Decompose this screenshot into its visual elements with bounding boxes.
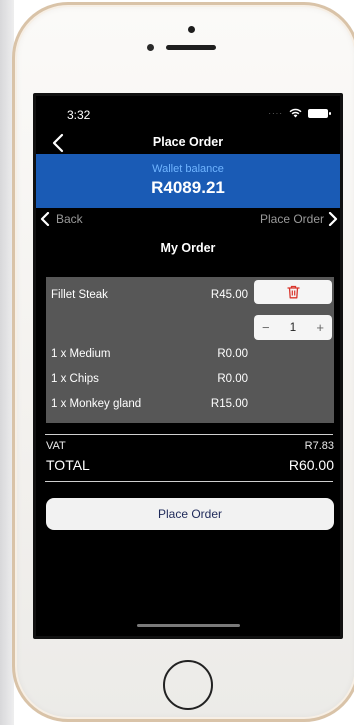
place-order-link-label: Place Order bbox=[259, 212, 324, 226]
total-value: R60.00 bbox=[288, 457, 334, 473]
chevron-right-icon bbox=[328, 212, 338, 226]
app-screen: 3:32 ···· Place Order Wallet balance R40… bbox=[36, 96, 340, 636]
wallet-banner: Wallet balance R4089.21 bbox=[36, 154, 340, 208]
front-camera bbox=[147, 44, 154, 51]
option-price: R15.00 bbox=[210, 398, 248, 410]
signal-icon: ···· bbox=[268, 108, 283, 118]
place-order-button-label: Place Order bbox=[157, 507, 223, 521]
vat-value: R7.83 bbox=[304, 440, 334, 452]
option-price: R0.00 bbox=[217, 373, 248, 385]
chevron-left-icon bbox=[40, 212, 50, 226]
wallet-label: Wallet balance bbox=[152, 163, 224, 175]
wifi-icon bbox=[289, 108, 302, 118]
back-label: Back bbox=[56, 212, 83, 226]
trash-icon bbox=[286, 285, 300, 299]
proximity-sensor bbox=[188, 26, 195, 33]
option-label: 1 x Medium bbox=[51, 348, 111, 360]
earpiece-speaker bbox=[166, 45, 216, 50]
back-link[interactable]: Back bbox=[40, 212, 83, 226]
home-button[interactable] bbox=[163, 660, 213, 710]
status-bar: 3:32 ···· bbox=[36, 96, 340, 132]
divider bbox=[45, 481, 333, 482]
decrement-button[interactable]: − bbox=[262, 320, 270, 335]
place-order-button[interactable]: Place Order bbox=[46, 498, 334, 530]
quantity-stepper: − 1 + bbox=[254, 315, 332, 340]
wallet-balance: R4089.21 bbox=[151, 178, 225, 197]
sub-navigation: Back Place Order bbox=[36, 212, 340, 230]
page-title: Place Order bbox=[152, 135, 224, 149]
total-label: TOTAL bbox=[46, 457, 90, 473]
home-indicator bbox=[137, 624, 240, 627]
delete-item-button[interactable] bbox=[254, 280, 332, 304]
battery-icon bbox=[308, 108, 331, 118]
vat-label: VAT bbox=[46, 440, 66, 452]
place-order-link[interactable]: Place Order bbox=[260, 212, 338, 226]
option-price: R0.00 bbox=[217, 348, 248, 360]
quantity-value: 1 bbox=[289, 321, 297, 334]
option-label: 1 x Monkey gland bbox=[51, 398, 142, 410]
status-icons: ···· bbox=[268, 108, 331, 118]
order-item-card: Fillet Steak R45.00 − 1 + 1 x Medium R0.… bbox=[46, 277, 334, 423]
status-time: 3:32 bbox=[67, 108, 91, 122]
item-name: Fillet Steak bbox=[51, 289, 108, 301]
option-label: 1 x Chips bbox=[51, 373, 99, 385]
divider bbox=[45, 434, 333, 435]
increment-button[interactable]: + bbox=[316, 320, 324, 335]
item-price: R45.00 bbox=[210, 289, 248, 301]
section-title: My Order bbox=[160, 241, 216, 255]
navigation-bar: Place Order bbox=[36, 132, 340, 154]
